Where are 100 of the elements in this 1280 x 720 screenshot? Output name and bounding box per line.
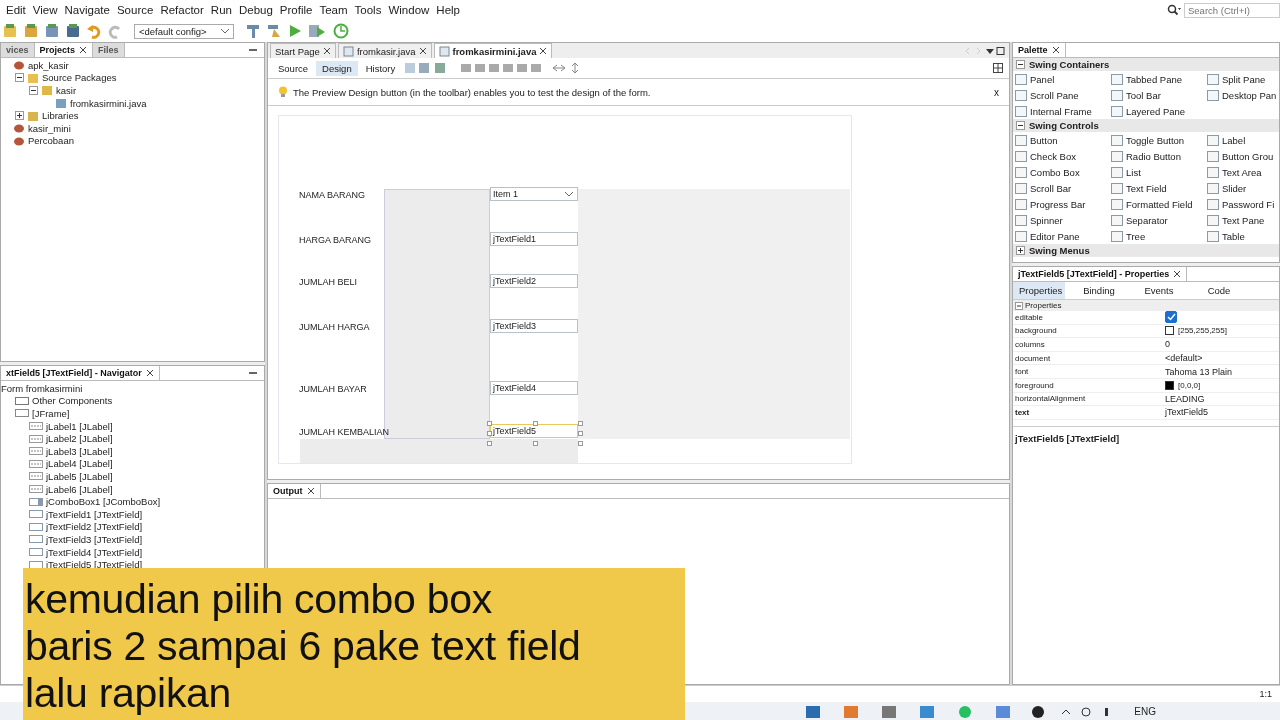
swing-component-item[interactable]: Table [1222, 230, 1245, 242]
project-node[interactable]: Source Packages [42, 72, 117, 84]
taskbar-apps-drawing[interactable] [806, 704, 1047, 718]
checkbox[interactable] [1165, 311, 1177, 324]
project-node[interactable]: kasir_mini [28, 122, 71, 134]
menu-item[interactable]: Source [116, 4, 154, 16]
swing-component-item[interactable]: Slider [1222, 182, 1247, 194]
expand-icon[interactable] [993, 63, 1003, 73]
collapse-icon[interactable] [29, 86, 38, 95]
swing-component-item[interactable]: Editor Pane [1030, 230, 1080, 242]
close-icon[interactable] [418, 47, 427, 55]
navigator-node[interactable]: jLabel6 [JLabel] [46, 483, 113, 495]
navigator-node[interactable]: jLabel2 [JLabel] [46, 433, 113, 445]
swing-component-item[interactable]: Layered Pane [1126, 105, 1186, 117]
run-icon[interactable] [287, 23, 303, 39]
swing-component-item[interactable]: Text Pane [1222, 214, 1265, 226]
swing-component-item[interactable]: Tool Bar [1126, 89, 1161, 101]
menu-item[interactable]: Team [319, 4, 348, 16]
menu-item[interactable]: Edit [6, 4, 26, 16]
navigator-node[interactable]: jTextField3 [JTextField] [46, 533, 143, 545]
menu-item[interactable]: Debug [238, 4, 273, 16]
navigator-node[interactable]: Form fromkasirmini [1, 382, 83, 394]
close-button[interactable]: x [994, 86, 999, 98]
swing-component-item[interactable]: Button [1030, 134, 1058, 146]
property-value[interactable]: <default> [1165, 353, 1203, 364]
project-node[interactable]: Percobaan [28, 135, 74, 147]
properties-tab[interactable]: Events [1133, 282, 1185, 299]
swing-component-item[interactable]: Tabbed Pane [1126, 73, 1182, 85]
swing-component-item[interactable]: Text Area [1222, 166, 1262, 178]
navigator-node[interactable]: jLabel5 [JLabel] [46, 470, 113, 482]
view-tab[interactable]: Source [272, 60, 315, 76]
config-dropdown[interactable]: <default config> [134, 23, 234, 39]
swing-component-item[interactable]: Desktop Pan [1222, 89, 1277, 101]
swing-component-item[interactable]: Text Field [1126, 182, 1167, 194]
collapse-icon[interactable] [15, 73, 24, 83]
project-node[interactable]: fromkasirmini.java [70, 97, 147, 109]
editor-tab[interactable]: fromkasir.java [337, 43, 432, 58]
tab-navigation-icon[interactable] [965, 45, 1005, 56]
project-node[interactable]: apk_kasir [28, 59, 69, 71]
menu-item[interactable]: Refactor [160, 4, 204, 16]
navigator-node[interactable]: jTextField1 [JTextField] [46, 508, 143, 520]
menu-item[interactable]: Help [436, 4, 460, 16]
properties-tab[interactable]: Code [1193, 282, 1245, 299]
close-icon[interactable] [79, 46, 88, 54]
panel-tab[interactable]: Files [93, 43, 125, 57]
hammer-icon[interactable] [245, 23, 261, 39]
view-tab[interactable]: Design [316, 60, 358, 76]
menu-item[interactable]: Tools [354, 4, 382, 16]
close-icon[interactable] [1173, 270, 1182, 278]
swing-component-item[interactable]: Scroll Bar [1030, 182, 1072, 194]
swing-component-item[interactable]: Password Fi [1222, 198, 1275, 210]
swing-component-item[interactable]: Toggle Button [1126, 134, 1185, 146]
close-icon[interactable] [306, 487, 315, 495]
swing-component-item[interactable]: Internal Frame [1030, 105, 1092, 117]
property-value[interactable]: LEADING [1165, 393, 1205, 404]
close-icon[interactable] [1051, 46, 1060, 54]
palette-category[interactable]: Swing Controls [1013, 119, 1279, 132]
swing-component-item[interactable]: Check Box [1030, 150, 1076, 162]
properties-tab[interactable]: Binding [1073, 282, 1125, 299]
properties-tab[interactable]: Properties [1013, 282, 1065, 299]
expand-icon[interactable] [15, 111, 24, 121]
property-value[interactable]: 0 [1165, 339, 1170, 350]
menu-item[interactable]: Profile [279, 4, 313, 16]
swing-component-item[interactable]: List [1126, 166, 1141, 178]
menu-item[interactable]: Run [210, 4, 232, 16]
navigator-node[interactable]: jTextField5 [JTextField] [46, 559, 143, 571]
swing-component-item[interactable]: Label [1222, 134, 1246, 146]
palette-category[interactable]: Swing Menus [1013, 244, 1279, 257]
navigator-node[interactable]: jComboBox1 [JComboBox] [46, 496, 161, 508]
menu-item[interactable]: View [32, 4, 58, 16]
resize-handle[interactable] [533, 421, 538, 426]
swing-component-item[interactable]: Split Pane [1222, 73, 1266, 85]
editor-tab[interactable]: Start Page [270, 43, 336, 58]
editor-tab[interactable]: fromkasirmini.java [433, 43, 553, 58]
menu-item[interactable]: Navigate [64, 4, 110, 16]
navigator-node[interactable]: [JFrame] [32, 408, 70, 419]
project-node[interactable]: Libraries [42, 110, 79, 122]
project-node[interactable]: kasir [56, 85, 77, 96]
palette-category[interactable]: Swing Containers [1013, 58, 1279, 71]
text-field[interactable]: jTextField3 [490, 319, 578, 333]
swing-component-item[interactable]: Tree [1126, 230, 1146, 242]
swing-component-item[interactable]: Separator [1126, 214, 1168, 226]
view-tab[interactable]: History [359, 60, 402, 76]
redo-icon[interactable] [107, 23, 123, 39]
close-icon[interactable] [539, 47, 548, 55]
resize-handle[interactable] [533, 441, 538, 446]
navigator-node[interactable]: jLabel3 [JLabel] [46, 445, 113, 457]
swing-component-item[interactable]: Scroll Pane [1030, 89, 1079, 101]
menu-item[interactable]: Window [388, 4, 430, 16]
save-all-icon[interactable] [65, 23, 81, 39]
swing-component-item[interactable]: Progress Bar [1030, 198, 1086, 210]
navigator-node[interactable]: jTextField2 [JTextField] [46, 521, 143, 533]
text-field[interactable]: jTextField2 [490, 274, 578, 288]
open-folder-icon[interactable] [44, 23, 60, 39]
text-field[interactable]: jTextField5 [490, 424, 578, 438]
text-field[interactable]: jTextField1 [490, 232, 578, 246]
swing-component-item[interactable]: Combo Box [1030, 166, 1080, 178]
property-value[interactable]: Tahoma 13 Plain [1165, 366, 1233, 377]
language-indicator[interactable]: ENG [1134, 705, 1156, 717]
text-field[interactable]: jTextField4 [490, 381, 578, 395]
